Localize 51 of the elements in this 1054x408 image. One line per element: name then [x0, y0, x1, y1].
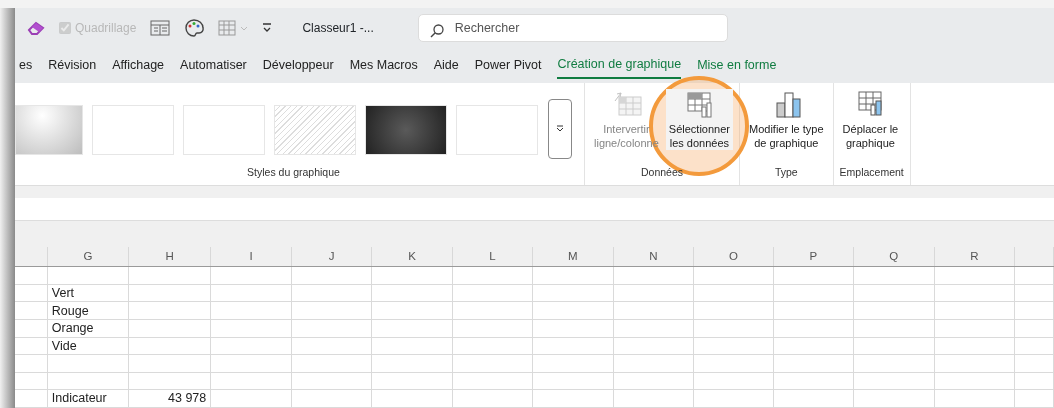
- column-header[interactable]: G: [47, 247, 129, 267]
- gallery-more-button[interactable]: [548, 98, 572, 159]
- ribbon-tab[interactable]: Aide: [433, 51, 459, 79]
- formula-bar[interactable]: [15, 197, 1054, 222]
- ribbon-tab[interactable]: es: [19, 51, 33, 79]
- chart-style-swatch[interactable]: [92, 104, 174, 155]
- group-label: Type: [773, 165, 799, 181]
- column-header[interactable]: K: [371, 247, 453, 267]
- customize-icon[interactable]: [262, 21, 273, 34]
- column-header[interactable]: Q: [853, 247, 935, 267]
- column-header[interactable]: M: [532, 247, 614, 267]
- table-dropdown-icon[interactable]: [218, 19, 249, 36]
- group-label: Données: [640, 165, 684, 181]
- ribbon-tab[interactable]: Développeur: [262, 51, 334, 79]
- column-header[interactable]: I: [210, 247, 292, 267]
- table-cell: Vert: [47, 284, 129, 302]
- column-header[interactable]: O: [693, 247, 774, 267]
- ribbon-tab[interactable]: Power Pivot: [474, 51, 542, 79]
- column-header[interactable]: N: [613, 247, 694, 267]
- ribbon-tab[interactable]: Mes Macros: [349, 51, 418, 79]
- ribbon-button[interactable]: Modifier le type de graphique: [746, 88, 827, 151]
- table-cell: Orange: [47, 319, 129, 338]
- ribbon-tab[interactable]: Création de graphique: [557, 50, 682, 80]
- column-header[interactable]: J: [291, 247, 372, 267]
- ribbon-tab[interactable]: Mise en forme: [697, 51, 777, 79]
- ribbon-button[interactable]: Déplacer le graphique: [839, 88, 902, 151]
- form-icon[interactable]: [150, 19, 171, 36]
- group-label: Styles du graphique: [246, 165, 341, 181]
- ribbon-tab[interactable]: Affichage: [112, 51, 165, 79]
- chart-style-swatch[interactable]: [274, 104, 356, 155]
- table-cell: Rouge: [47, 301, 129, 320]
- window-title: Classeur1 -...: [302, 19, 374, 37]
- column-header[interactable]: P: [773, 247, 854, 267]
- table-cell: 43 978: [128, 389, 211, 408]
- chart-style-swatch[interactable]: [15, 104, 83, 155]
- ribbon-tab[interactable]: Automatiser: [180, 51, 247, 79]
- column-header[interactable]: H: [128, 247, 211, 267]
- table-cell: Indicateur: [47, 389, 129, 408]
- chart-style-swatch[interactable]: [456, 104, 538, 155]
- ribbon-tab[interactable]: Révision: [48, 51, 97, 79]
- chart-style-swatch[interactable]: [365, 104, 447, 155]
- chart-style-swatch[interactable]: [183, 104, 265, 155]
- chevron-icon: [556, 124, 564, 133]
- palette-icon[interactable]: [184, 18, 205, 37]
- group-label: Emplacement: [839, 165, 904, 181]
- eraser-icon[interactable]: [27, 19, 45, 36]
- search-field[interactable]: Rechercher: [417, 13, 728, 42]
- table-cell: Vide: [47, 337, 129, 355]
- column-header[interactable]: L: [452, 247, 533, 267]
- column-header[interactable]: R: [934, 247, 1015, 267]
- ribbon-button[interactable]: Sélectionner les données: [665, 88, 733, 151]
